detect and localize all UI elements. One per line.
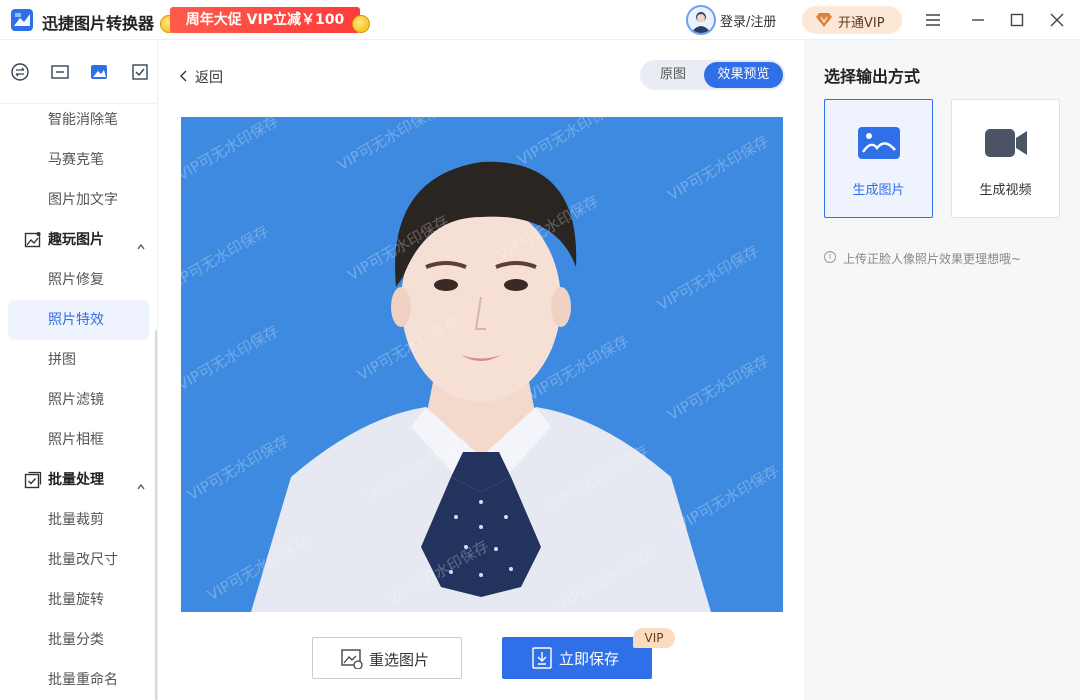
panel-title: 选择输出方式 <box>824 67 921 86</box>
crop-icon[interactable] <box>50 62 70 82</box>
coin-icon <box>352 15 370 33</box>
save-now-button[interactable]: 立即保存 <box>502 637 652 679</box>
image-icon[interactable] <box>89 62 109 82</box>
back-label: 返回 <box>195 70 223 86</box>
save-label: 立即保存 <box>559 650 620 668</box>
sidebar-tool-row <box>0 40 157 104</box>
generate-video-option[interactable]: 生成视频 <box>951 99 1060 218</box>
open-vip-button[interactable]: 开通VIP <box>802 6 902 34</box>
video-camera-icon <box>985 129 1027 157</box>
minimize-icon[interactable] <box>966 8 990 32</box>
output-panel: 选择输出方式 生成图片 生成视频 i 上传正脸人像照片效果更理想哦~ <box>804 40 1080 700</box>
sidebar-item-frame[interactable]: 照片相框 <box>8 420 149 460</box>
reselect-label: 重选图片 <box>369 651 430 669</box>
picture-icon <box>858 127 900 159</box>
chevron-up-icon[interactable] <box>137 236 145 250</box>
avatar-icon <box>686 5 716 35</box>
sidebar-item-batch-crop[interactable]: 批量裁剪 <box>8 500 149 540</box>
convert-icon[interactable] <box>10 62 30 82</box>
check-image-icon[interactable] <box>130 62 150 82</box>
app-title: 迅捷图片转换器 <box>42 14 155 33</box>
open-vip-label: 开通VIP <box>838 16 885 31</box>
promo-text: 周年大促 VIP立减￥100 <box>170 7 360 33</box>
generate-image-option[interactable]: 生成图片 <box>824 99 933 218</box>
sidebar-group-fun-label: 趣玩图片 <box>48 232 104 248</box>
sidebar-item-photo-effects[interactable]: 照片特效 <box>8 300 149 340</box>
generate-image-label: 生成图片 <box>852 183 905 198</box>
main-content: 返回 原图 效果预览 VIP可无水印保存 VIP可无水印保存 VIP可无水印保存… <box>159 40 804 700</box>
generate-video-label: 生成视频 <box>979 183 1032 198</box>
tab-effect-preview[interactable]: 效果预览 <box>704 62 783 88</box>
login-label: 登录/注册 <box>720 15 777 30</box>
app-window: 迅捷图片转换器 周年大促 VIP立减￥100 登录/注册 开通VIP 智能消除笔… <box>0 0 1080 700</box>
preview-image: VIP可无水印保存 VIP可无水印保存 VIP可无水印保存 VIP可无水印保存 … <box>181 117 783 612</box>
sidebar-group-batch-label: 批量处理 <box>48 472 104 488</box>
sidebar-item-collage[interactable]: 拼图 <box>8 340 149 380</box>
sidebar-item-batch-rotate[interactable]: 批量旋转 <box>8 580 149 620</box>
vip-badge: VIP <box>633 628 675 648</box>
info-icon: i <box>824 251 836 263</box>
menu-icon[interactable] <box>921 8 945 32</box>
promo-banner[interactable]: 周年大促 VIP立减￥100 <box>160 7 370 33</box>
title-bar: 迅捷图片转换器 周年大促 VIP立减￥100 登录/注册 开通VIP <box>0 0 1080 40</box>
view-toggle: 原图 效果预览 <box>640 60 785 90</box>
sidebar-item-batch-resize[interactable]: 批量改尺寸 <box>8 540 149 580</box>
diamond-icon <box>816 13 832 27</box>
sidebar-item-smart-eraser[interactable]: 智能消除笔 <box>8 100 149 140</box>
fun-image-icon <box>24 231 42 249</box>
download-icon <box>532 647 552 669</box>
batch-check-icon <box>24 471 42 489</box>
sidebar-item-mosaic[interactable]: 马赛克笔 <box>8 140 149 180</box>
close-icon[interactable] <box>1045 8 1069 32</box>
image-reselect-icon <box>341 649 363 669</box>
hint-text: 上传正脸人像照片效果更理想哦~ <box>843 252 1022 266</box>
chevron-up-icon[interactable] <box>137 476 145 490</box>
chevron-left-icon <box>180 70 187 82</box>
sidebar-item-photo-repair[interactable]: 照片修复 <box>8 260 149 300</box>
app-logo-icon <box>11 9 33 31</box>
sidebar-scrollbar[interactable] <box>155 330 157 700</box>
reselect-image-button[interactable]: 重选图片 <box>312 637 462 679</box>
maximize-icon[interactable] <box>1005 8 1029 32</box>
sidebar-item-add-text[interactable]: 图片加文字 <box>8 180 149 220</box>
sidebar-item-filter[interactable]: 照片滤镜 <box>8 380 149 420</box>
sidebar-item-batch-rename[interactable]: 批量重命名 <box>8 660 149 700</box>
sidebar: 智能消除笔 马赛克笔 图片加文字 趣玩图片 照片修复 照片特效 拼图 照片滤镜 … <box>0 40 158 700</box>
tab-original[interactable]: 原图 <box>644 62 702 88</box>
sidebar-item-batch-classify[interactable]: 批量分类 <box>8 620 149 660</box>
